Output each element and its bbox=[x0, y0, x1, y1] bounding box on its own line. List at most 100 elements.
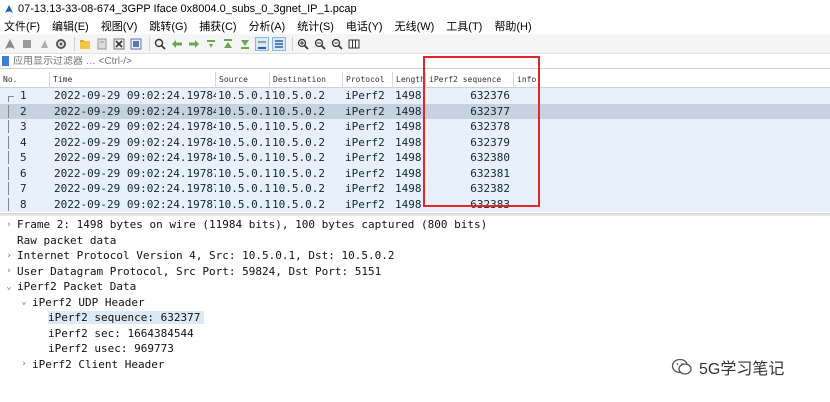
tree-item-label: iPerf2 usec: 969773 bbox=[48, 342, 174, 356]
menu-analyze[interactable]: 分析(A) bbox=[249, 18, 286, 34]
row-protocol: iPerf2 bbox=[345, 89, 385, 103]
row-number: 5 bbox=[20, 151, 27, 165]
reload-icon[interactable] bbox=[129, 37, 143, 51]
table-row[interactable]: 2 2022-09-29 09:02:24.197843 10.5.0.1 10… bbox=[0, 103, 830, 119]
zoom-out-icon[interactable] bbox=[313, 37, 327, 51]
row-protocol: iPerf2 bbox=[345, 166, 385, 180]
row-bracket bbox=[8, 197, 14, 211]
menu-tools[interactable]: 工具(T) bbox=[446, 18, 482, 34]
display-filter-input[interactable] bbox=[13, 55, 830, 67]
row-length: 1498 bbox=[395, 197, 422, 211]
zoom-normal-icon[interactable] bbox=[330, 37, 344, 51]
last-packet-icon[interactable] bbox=[238, 37, 252, 51]
shark-fin-start-icon[interactable] bbox=[3, 37, 17, 51]
row-destination: 10.5.0.2 bbox=[272, 89, 325, 103]
column-header-length[interactable]: Length bbox=[393, 71, 426, 88]
table-row[interactable]: 8 2022-09-29 09:02:24.197875 10.5.0.1 10… bbox=[0, 196, 830, 212]
row-number: 2 bbox=[20, 104, 27, 118]
options-icon[interactable] bbox=[54, 37, 68, 51]
column-header-destination[interactable]: Destination bbox=[270, 71, 343, 88]
table-row[interactable]: 7 2022-09-29 09:02:24.197875 10.5.0.1 10… bbox=[0, 181, 830, 197]
go-to-packet-icon[interactable] bbox=[204, 37, 218, 51]
table-row[interactable]: 4 2022-09-29 09:02:24.197843 10.5.0.1 10… bbox=[0, 134, 830, 150]
row-source: 10.5.0.1 bbox=[218, 151, 270, 165]
tree-item-iperf2-udp-header[interactable]: ⌄ iPerf2 UDP Header bbox=[0, 295, 830, 311]
row-iperf2-sequence: 632381 bbox=[470, 166, 510, 180]
tree-item-udp[interactable]: › User Datagram Protocol, Src Port: 5982… bbox=[0, 264, 830, 280]
table-row[interactable]: 6 2022-09-29 09:02:24.197875 10.5.0.1 10… bbox=[0, 165, 830, 181]
go-back-icon[interactable] bbox=[170, 37, 184, 51]
first-packet-icon[interactable] bbox=[221, 37, 235, 51]
menu-statistics[interactable]: 统计(S) bbox=[297, 18, 334, 34]
save-file-icon[interactable] bbox=[95, 37, 109, 51]
expand-arrow-icon[interactable]: › bbox=[19, 359, 29, 369]
row-number-cell: 7 bbox=[0, 182, 50, 196]
row-bracket bbox=[8, 135, 14, 149]
pane-splitter[interactable] bbox=[0, 213, 830, 216]
menu-telephony[interactable]: 电话(Y) bbox=[346, 18, 383, 34]
column-header-iperf2-sequence[interactable]: iPerf2 sequence bbox=[426, 71, 514, 88]
tree-item-iperf2-sequence[interactable]: iPerf2 sequence: 632377 bbox=[0, 310, 830, 326]
menu-view[interactable]: 视图(V) bbox=[101, 18, 138, 34]
row-number: 6 bbox=[20, 166, 27, 180]
collapse-arrow-icon[interactable]: ⌄ bbox=[4, 282, 14, 292]
column-header-time[interactable]: Time bbox=[50, 71, 216, 88]
row-protocol: iPerf2 bbox=[345, 197, 385, 211]
watermark-text: 5G学习笔记 bbox=[699, 361, 785, 378]
row-source: 10.5.0.1 bbox=[218, 182, 270, 196]
tree-item-raw-packet[interactable]: Raw packet data bbox=[0, 233, 830, 249]
colorize-icon[interactable] bbox=[272, 36, 286, 51]
menu-file[interactable]: 文件(F) bbox=[4, 18, 40, 34]
row-iperf2-sequence: 632380 bbox=[470, 151, 510, 165]
row-destination: 10.5.0.2 bbox=[272, 120, 325, 134]
menu-go[interactable]: 跳转(G) bbox=[149, 18, 187, 34]
column-header-protocol[interactable]: Protocol bbox=[343, 71, 393, 88]
column-header-no[interactable]: No. bbox=[0, 71, 50, 88]
row-bracket bbox=[8, 96, 14, 103]
filter-bookmark-icon[interactable] bbox=[2, 56, 9, 66]
go-forward-icon[interactable] bbox=[187, 37, 201, 51]
menu-edit[interactable]: 编辑(E) bbox=[52, 18, 89, 34]
column-header-info[interactable]: info bbox=[514, 72, 830, 88]
row-iperf2-sequence: 632382 bbox=[470, 182, 510, 196]
autoscroll-icon[interactable] bbox=[255, 36, 269, 51]
packet-list-header: No. Time Source Destination Protocol Len… bbox=[0, 71, 830, 88]
tree-item-label: iPerf2 UDP Header bbox=[32, 295, 145, 309]
tree-item-frame[interactable]: › Frame 2: 1498 bytes on wire (11984 bit… bbox=[0, 217, 830, 233]
menu-wireless[interactable]: 无线(W) bbox=[395, 18, 435, 34]
row-length: 1498 bbox=[395, 89, 422, 103]
expand-arrow-icon[interactable]: › bbox=[4, 266, 14, 276]
row-number-cell: 4 bbox=[0, 135, 50, 149]
toolbar-separator bbox=[74, 36, 75, 51]
table-row[interactable]: 5 2022-09-29 09:02:24.197843 10.5.0.1 10… bbox=[0, 150, 830, 166]
row-iperf2-sequence: 632383 bbox=[470, 197, 510, 211]
zoom-in-icon[interactable] bbox=[296, 37, 310, 51]
table-row[interactable]: 3 2022-09-29 09:02:24.197843 10.5.0.1 10… bbox=[0, 119, 830, 135]
tree-item-iperf2-packet-data[interactable]: ⌄ iPerf2 Packet Data bbox=[0, 279, 830, 295]
column-header-source[interactable]: Source bbox=[216, 71, 270, 88]
row-source: 10.5.0.1 bbox=[218, 120, 270, 134]
row-length: 1498 bbox=[395, 104, 422, 118]
menu-bar: 文件(F) 编辑(E) 视图(V) 跳转(G) 捕获(C) 分析(A) 统计(S… bbox=[0, 17, 830, 34]
stop-icon[interactable] bbox=[20, 37, 34, 51]
row-number-cell: 8 bbox=[0, 197, 50, 211]
expand-arrow-icon[interactable]: › bbox=[4, 251, 14, 261]
row-number-cell: 3 bbox=[0, 120, 50, 134]
expand-arrow-icon[interactable]: › bbox=[4, 220, 14, 230]
restart-icon[interactable] bbox=[37, 37, 51, 51]
table-row[interactable]: 1 2022-09-29 09:02:24.197843 10.5.0.1 10… bbox=[0, 88, 830, 104]
tree-item-ipv4[interactable]: › Internet Protocol Version 4, Src: 10.5… bbox=[0, 248, 830, 264]
row-number: 4 bbox=[20, 135, 27, 149]
watermark: 5G学习笔记 bbox=[671, 355, 784, 379]
menu-capture[interactable]: 捕获(C) bbox=[199, 18, 236, 34]
tree-item-iperf2-sec[interactable]: iPerf2 sec: 1664384544 bbox=[0, 326, 830, 342]
row-length: 1498 bbox=[395, 135, 422, 149]
find-packet-icon[interactable] bbox=[153, 37, 167, 51]
row-number: 3 bbox=[20, 120, 27, 134]
resize-columns-icon[interactable] bbox=[347, 37, 361, 51]
close-file-icon[interactable] bbox=[112, 37, 126, 51]
menu-help[interactable]: 帮助(H) bbox=[494, 18, 531, 34]
collapse-arrow-icon[interactable]: ⌄ bbox=[19, 297, 29, 307]
open-file-icon[interactable] bbox=[78, 37, 92, 51]
row-protocol: iPerf2 bbox=[345, 151, 385, 165]
